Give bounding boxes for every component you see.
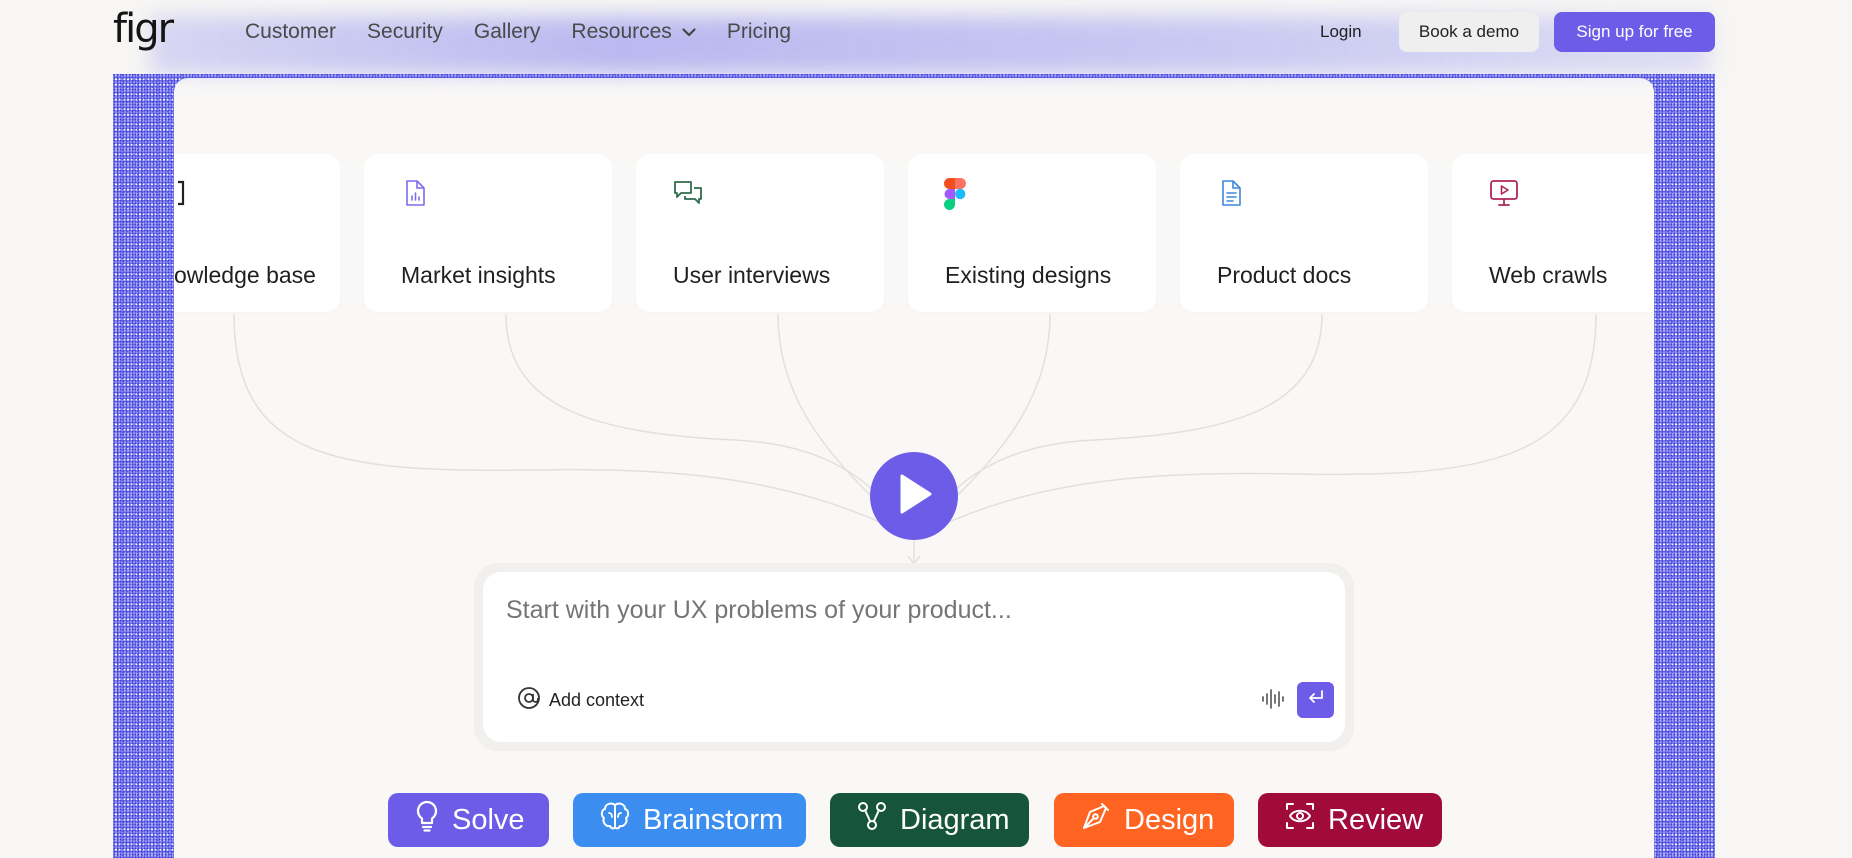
play-icon (894, 472, 934, 521)
lightbulb-icon (414, 800, 440, 840)
source-card-label: User interviews (673, 262, 831, 288)
pen-tool-icon (1080, 800, 1112, 840)
source-card-web-crawls[interactable]: Web crawls (1452, 154, 1654, 312)
figr-logo[interactable]: figr (113, 6, 174, 52)
source-card-user-interviews[interactable]: User interviews (636, 154, 884, 312)
mode-label: Diagram (900, 803, 1010, 836)
monitor-play-icon (1488, 178, 1518, 208)
source-card-label: Web crawls (1489, 262, 1608, 288)
at-sign-icon (517, 686, 541, 715)
bracket-icon (174, 178, 204, 208)
source-card-label: Market insights (401, 262, 556, 288)
source-card-label: owledge base (174, 262, 316, 288)
add-context-label: Add context (549, 690, 645, 710)
mode-brainstorm-button[interactable]: Brainstorm (573, 793, 806, 847)
source-card-knowledge-base[interactable]: owledge base (174, 154, 340, 312)
mode-review-button[interactable]: Review (1258, 793, 1442, 847)
figma-icon (944, 178, 974, 210)
flow-icon (856, 800, 888, 840)
brain-icon (599, 800, 631, 840)
mode-design-button[interactable]: Design (1054, 793, 1234, 847)
source-card-product-docs[interactable]: Product docs (1180, 154, 1428, 312)
document-icon (1216, 178, 1246, 208)
source-card-existing-designs[interactable]: Existing designs (908, 154, 1156, 312)
mode-solve-button[interactable]: Solve (388, 793, 549, 847)
send-button[interactable] (1297, 682, 1334, 718)
source-card-label: Existing designs (945, 262, 1112, 288)
play-button[interactable] (870, 452, 958, 540)
source-card-market-insights[interactable]: Market insights (364, 154, 612, 312)
prompt-input[interactable] (506, 596, 1306, 625)
mode-label: Solve (452, 803, 525, 836)
mode-diagram-button[interactable]: Diagram (830, 793, 1029, 847)
enter-arrow-icon (1306, 689, 1326, 712)
voice-input-icon[interactable] (1261, 688, 1287, 715)
chat-icon (672, 178, 702, 208)
eye-scan-icon (1284, 800, 1316, 840)
mode-label: Review (1328, 803, 1424, 836)
source-card-label: Product docs (1217, 262, 1352, 288)
add-context-button[interactable]: Add context (517, 686, 644, 715)
mode-label: Design (1124, 803, 1215, 836)
report-icon (400, 178, 430, 208)
mode-label: Brainstorm (643, 803, 784, 836)
